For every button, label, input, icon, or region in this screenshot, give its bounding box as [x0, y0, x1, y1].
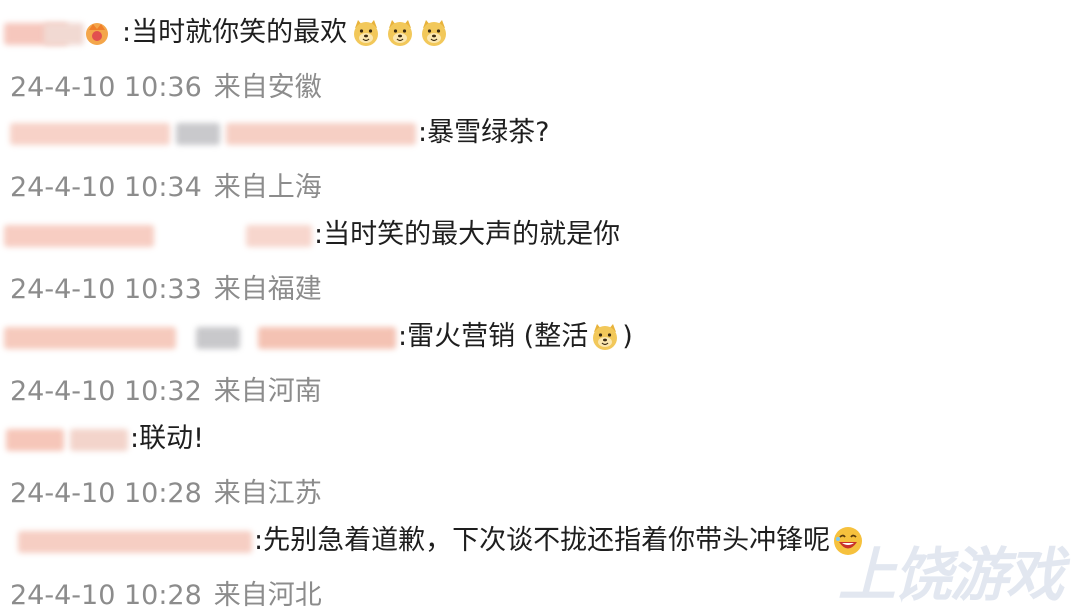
doge-emoji-icon	[422, 20, 447, 46]
comment-text: :当时笑的最大声的就是你	[314, 219, 621, 250]
comment-time: 24-4-10 10:28	[10, 478, 202, 509]
comment-line: :雷火营销 (整活 )	[0, 312, 1080, 362]
comment-item: :当时就你笑的最欢 24-4-10 10:36 来自安徽	[0, 8, 1080, 108]
username-blurred[interactable]	[0, 322, 398, 352]
comment-text: :先别急着道歉，下次谈不拢还指着你带头冲锋呢	[254, 516, 864, 566]
comment-location: 来自上海	[213, 172, 322, 203]
watermark-logo: 上饶游戏	[837, 541, 1064, 609]
comment-line: :当时笑的最大声的就是你	[0, 210, 1080, 260]
comment-meta: 24-4-10 10:33 来自福建	[10, 268, 322, 312]
comment-location: 来自河南	[213, 376, 322, 407]
comment-item: :当时笑的最大声的就是你 24-4-10 10:33 来自福建	[0, 210, 1080, 310]
comment-meta: 24-4-10 10:34 来自上海	[10, 166, 322, 210]
comment-meta: 24-4-10 10:28 来自江苏	[10, 472, 322, 516]
vip-badge-icon	[86, 23, 108, 45]
doge-emoji-icon	[388, 20, 413, 46]
comment-location: 来自福建	[213, 274, 322, 305]
comment-text: :当时就你笑的最欢	[122, 8, 449, 58]
comment-time: 24-4-10 10:34	[10, 172, 202, 203]
comment-meta: 24-4-10 10:28 来自河北	[10, 574, 322, 616]
comment-meta: 24-4-10 10:32 来自河南	[10, 370, 322, 414]
comment-time: 24-4-10 10:28	[10, 580, 202, 611]
username-blurred[interactable]	[0, 220, 314, 250]
username-blurred[interactable]	[0, 118, 418, 148]
comment-location: 来自江苏	[213, 478, 322, 509]
username-blurred[interactable]	[0, 18, 122, 48]
comment-location: 来自安徽	[213, 72, 322, 103]
doge-emoji-icon	[354, 20, 379, 46]
comment-time: 24-4-10 10:32	[10, 376, 202, 407]
comment-item: :暴雪绿茶? 24-4-10 10:34 来自上海	[0, 108, 1080, 208]
comment-meta: 24-4-10 10:36 来自安徽	[10, 66, 322, 110]
comment-time: 24-4-10 10:36	[10, 72, 202, 103]
comment-item: :联动! 24-4-10 10:28 来自江苏	[0, 414, 1080, 514]
comment-text: :雷火营销 (整活 )	[398, 321, 633, 352]
comment-line: :当时就你笑的最欢	[0, 8, 1080, 58]
comment-time: 24-4-10 10:33	[10, 274, 202, 305]
comment-item: :雷火营销 (整活 ) 24-4-10 10:32 来自河南	[0, 312, 1080, 412]
comment-location: 来自河北	[213, 580, 322, 611]
comment-text: :联动!	[130, 423, 204, 454]
comment-line: :联动!	[0, 414, 1080, 464]
username-blurred[interactable]	[0, 424, 130, 454]
username-blurred[interactable]	[0, 526, 254, 556]
comment-line: :暴雪绿茶?	[0, 108, 1080, 158]
doge-emoji-icon	[593, 324, 618, 350]
comment-text: :暴雪绿茶?	[418, 117, 550, 148]
